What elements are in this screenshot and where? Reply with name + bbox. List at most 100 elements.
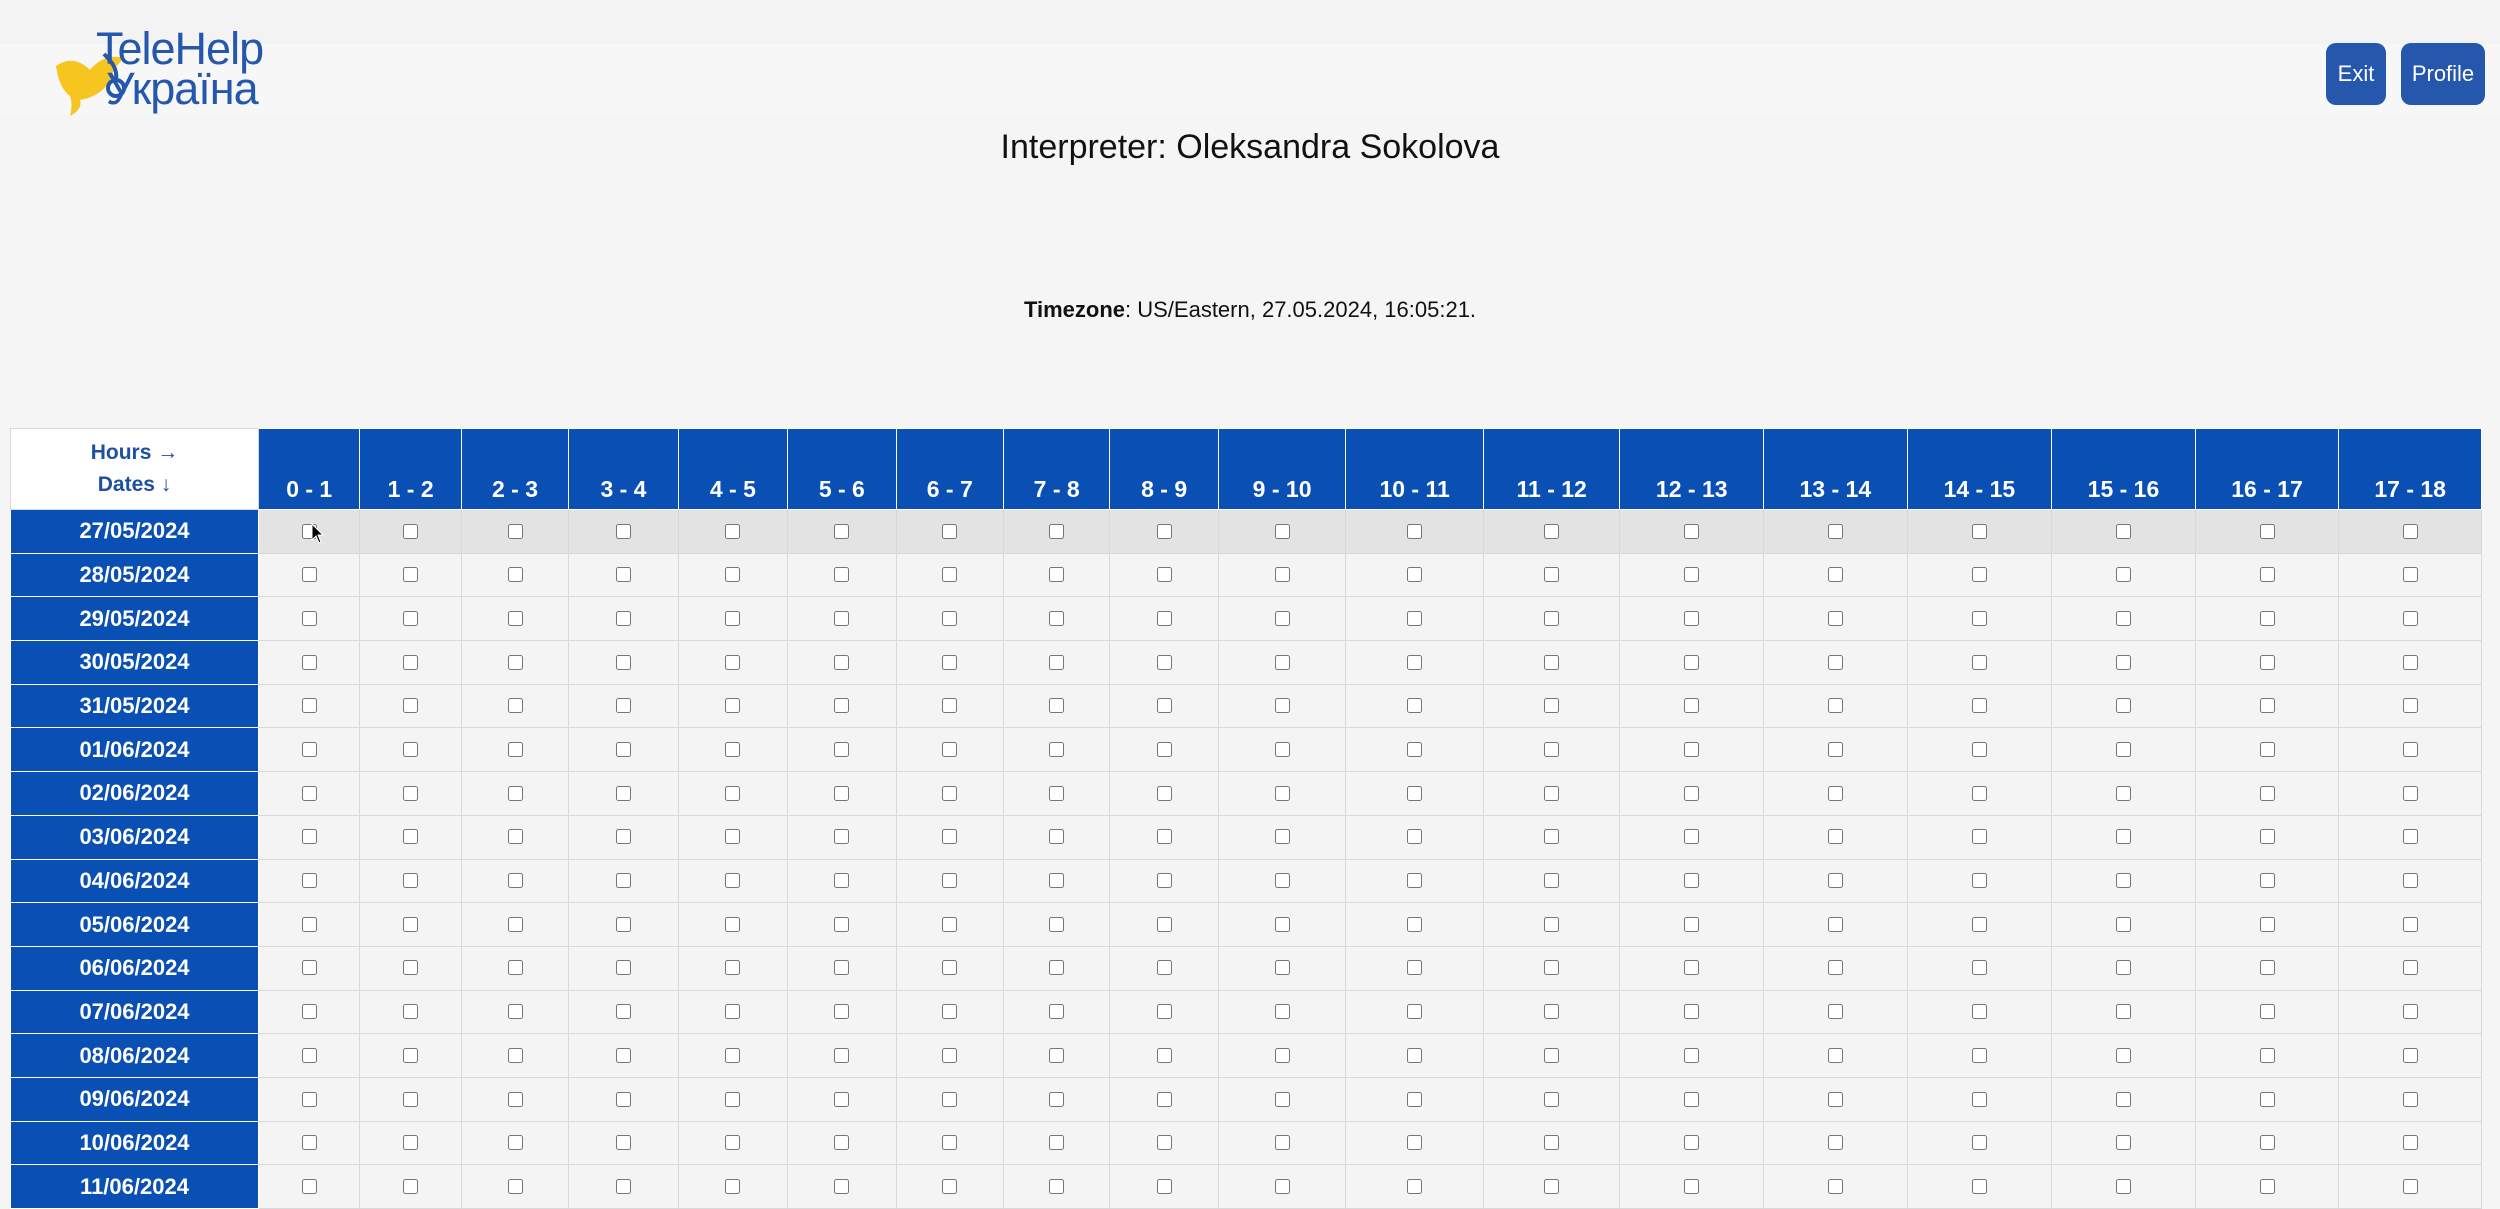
hour-slot-checkbox[interactable] bbox=[1274, 1091, 1290, 1107]
hour-slot-checkbox[interactable] bbox=[2259, 960, 2275, 976]
hour-slot-checkbox[interactable] bbox=[725, 1004, 741, 1020]
hour-slot-checkbox[interactable] bbox=[2259, 523, 2275, 539]
hour-slot-checkbox[interactable] bbox=[615, 1178, 631, 1194]
hour-slot-checkbox[interactable] bbox=[507, 523, 523, 539]
hour-slot-checkbox[interactable] bbox=[507, 610, 523, 626]
hour-slot-checkbox[interactable] bbox=[507, 1004, 523, 1020]
hour-slot-checkbox[interactable] bbox=[507, 654, 523, 670]
hour-slot-checkbox[interactable] bbox=[1684, 829, 1700, 845]
hour-slot-checkbox[interactable] bbox=[615, 567, 631, 583]
hour-slot-checkbox[interactable] bbox=[2115, 829, 2131, 845]
hour-slot-checkbox[interactable] bbox=[1049, 1178, 1065, 1194]
hour-slot-checkbox[interactable] bbox=[1684, 567, 1700, 583]
hour-slot-checkbox[interactable] bbox=[1544, 785, 1560, 801]
hour-slot-checkbox[interactable] bbox=[1049, 610, 1065, 626]
hour-slot-checkbox[interactable] bbox=[725, 523, 741, 539]
hour-slot-checkbox[interactable] bbox=[1684, 1004, 1700, 1020]
hour-slot-checkbox[interactable] bbox=[2115, 567, 2131, 583]
hour-slot-checkbox[interactable] bbox=[2259, 1091, 2275, 1107]
hour-slot-checkbox[interactable] bbox=[1156, 1004, 1172, 1020]
hour-slot-checkbox[interactable] bbox=[2115, 698, 2131, 714]
hour-slot-checkbox[interactable] bbox=[1684, 742, 1700, 758]
hour-slot-checkbox[interactable] bbox=[403, 1178, 419, 1194]
hour-slot-checkbox[interactable] bbox=[1684, 698, 1700, 714]
hour-slot-checkbox[interactable] bbox=[942, 742, 958, 758]
hour-slot-checkbox[interactable] bbox=[1827, 873, 1843, 889]
hour-slot-checkbox[interactable] bbox=[301, 785, 317, 801]
hour-slot-checkbox[interactable] bbox=[2115, 1135, 2131, 1151]
hour-slot-checkbox[interactable] bbox=[2402, 829, 2418, 845]
hour-slot-checkbox[interactable] bbox=[2402, 1091, 2418, 1107]
hour-slot-checkbox[interactable] bbox=[1049, 742, 1065, 758]
hour-slot-checkbox[interactable] bbox=[1827, 829, 1843, 845]
hour-slot-checkbox[interactable] bbox=[1971, 785, 1987, 801]
hour-slot-checkbox[interactable] bbox=[301, 1047, 317, 1063]
hour-slot-checkbox[interactable] bbox=[1827, 654, 1843, 670]
hour-slot-checkbox[interactable] bbox=[1156, 1135, 1172, 1151]
hour-slot-checkbox[interactable] bbox=[403, 523, 419, 539]
hour-slot-checkbox[interactable] bbox=[942, 785, 958, 801]
hour-slot-checkbox[interactable] bbox=[1049, 1135, 1065, 1151]
hour-slot-checkbox[interactable] bbox=[2115, 960, 2131, 976]
hour-slot-checkbox[interactable] bbox=[1049, 1004, 1065, 1020]
hour-slot-checkbox[interactable] bbox=[2115, 785, 2131, 801]
hour-slot-checkbox[interactable] bbox=[1156, 567, 1172, 583]
hour-slot-checkbox[interactable] bbox=[1544, 1178, 1560, 1194]
hour-slot-checkbox[interactable] bbox=[615, 1004, 631, 1020]
hour-slot-checkbox[interactable] bbox=[507, 1047, 523, 1063]
hour-slot-checkbox[interactable] bbox=[1827, 1091, 1843, 1107]
hour-slot-checkbox[interactable] bbox=[1156, 654, 1172, 670]
hour-slot-checkbox[interactable] bbox=[725, 654, 741, 670]
hour-slot-checkbox[interactable] bbox=[2402, 698, 2418, 714]
hour-slot-checkbox[interactable] bbox=[2259, 785, 2275, 801]
hour-slot-checkbox[interactable] bbox=[301, 960, 317, 976]
hour-slot-checkbox[interactable] bbox=[942, 1178, 958, 1194]
hour-slot-checkbox[interactable] bbox=[942, 1047, 958, 1063]
hour-slot-checkbox[interactable] bbox=[1156, 916, 1172, 932]
hour-slot-checkbox[interactable] bbox=[2402, 1178, 2418, 1194]
hour-slot-checkbox[interactable] bbox=[1407, 1004, 1423, 1020]
hour-slot-checkbox[interactable] bbox=[2115, 523, 2131, 539]
hour-slot-checkbox[interactable] bbox=[2259, 698, 2275, 714]
hour-slot-checkbox[interactable] bbox=[2115, 1091, 2131, 1107]
hour-slot-checkbox[interactable] bbox=[2402, 785, 2418, 801]
hour-slot-checkbox[interactable] bbox=[615, 960, 631, 976]
hour-slot-checkbox[interactable] bbox=[1049, 960, 1065, 976]
hour-slot-checkbox[interactable] bbox=[615, 1047, 631, 1063]
hour-slot-checkbox[interactable] bbox=[1407, 1178, 1423, 1194]
hour-slot-checkbox[interactable] bbox=[725, 610, 741, 626]
hour-slot-checkbox[interactable] bbox=[2259, 742, 2275, 758]
hour-slot-checkbox[interactable] bbox=[1971, 916, 1987, 932]
hour-slot-checkbox[interactable] bbox=[2259, 1004, 2275, 1020]
hour-slot-checkbox[interactable] bbox=[1156, 1091, 1172, 1107]
hour-slot-checkbox[interactable] bbox=[301, 654, 317, 670]
hour-slot-checkbox[interactable] bbox=[1544, 829, 1560, 845]
hour-slot-checkbox[interactable] bbox=[1274, 742, 1290, 758]
hour-slot-checkbox[interactable] bbox=[2115, 1178, 2131, 1194]
hour-slot-checkbox[interactable] bbox=[2259, 654, 2275, 670]
hour-slot-checkbox[interactable] bbox=[1274, 1047, 1290, 1063]
hour-slot-checkbox[interactable] bbox=[615, 829, 631, 845]
hour-slot-checkbox[interactable] bbox=[942, 960, 958, 976]
hour-slot-checkbox[interactable] bbox=[1407, 1091, 1423, 1107]
hour-slot-checkbox[interactable] bbox=[1827, 610, 1843, 626]
hour-slot-checkbox[interactable] bbox=[725, 1091, 741, 1107]
hour-slot-checkbox[interactable] bbox=[301, 916, 317, 932]
hour-slot-checkbox[interactable] bbox=[2259, 1047, 2275, 1063]
hour-slot-checkbox[interactable] bbox=[1156, 829, 1172, 845]
hour-slot-checkbox[interactable] bbox=[1544, 960, 1560, 976]
hour-slot-checkbox[interactable] bbox=[1049, 567, 1065, 583]
hour-slot-checkbox[interactable] bbox=[507, 785, 523, 801]
hour-slot-checkbox[interactable] bbox=[1827, 1047, 1843, 1063]
hour-slot-checkbox[interactable] bbox=[1544, 873, 1560, 889]
hour-slot-checkbox[interactable] bbox=[942, 916, 958, 932]
hour-slot-checkbox[interactable] bbox=[834, 829, 850, 845]
hour-slot-checkbox[interactable] bbox=[834, 1091, 850, 1107]
hour-slot-checkbox[interactable] bbox=[1274, 916, 1290, 932]
hour-slot-checkbox[interactable] bbox=[1971, 698, 1987, 714]
hour-slot-checkbox[interactable] bbox=[403, 873, 419, 889]
hour-slot-checkbox[interactable] bbox=[1684, 1091, 1700, 1107]
hour-slot-checkbox[interactable] bbox=[615, 742, 631, 758]
hour-slot-checkbox[interactable] bbox=[1684, 654, 1700, 670]
hour-slot-checkbox[interactable] bbox=[725, 742, 741, 758]
